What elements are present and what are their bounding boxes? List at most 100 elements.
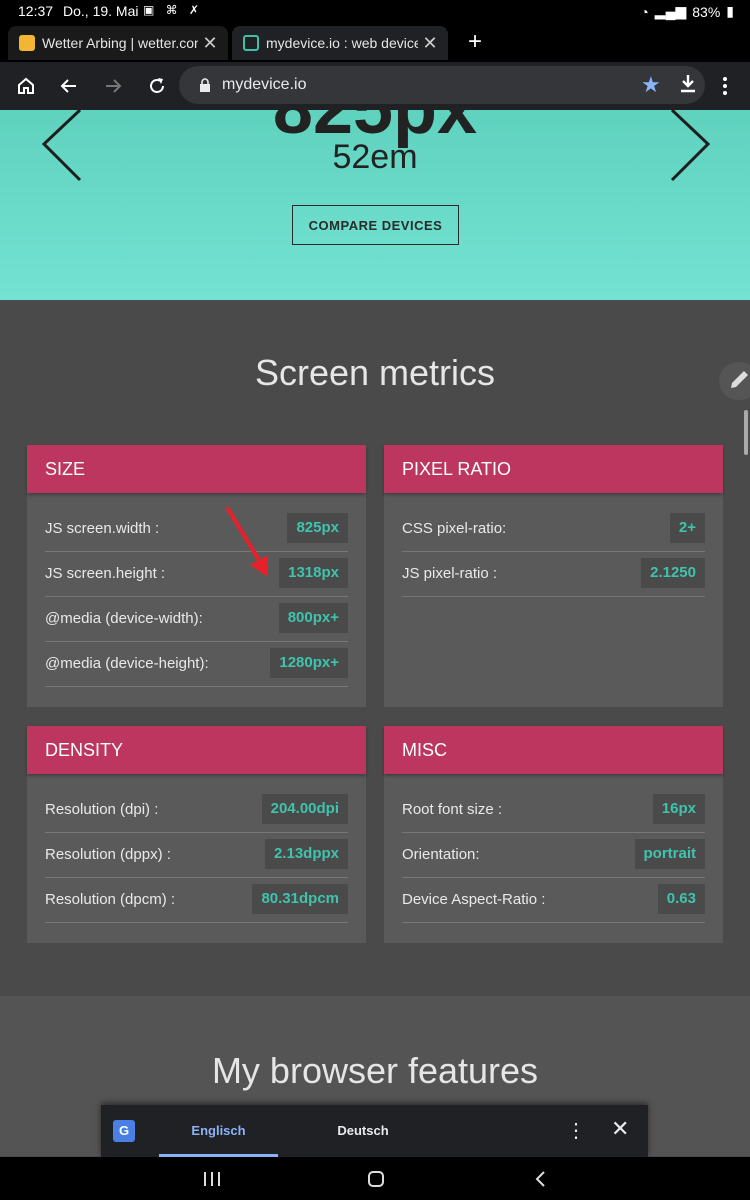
url-text: mydevice.io <box>222 76 307 93</box>
metric-value: 2+ <box>669 513 705 543</box>
tab-mydevice[interactable]: mydevice.io : web devices ca ✕ <box>232 26 448 60</box>
bookmark-star-icon[interactable]: ★ <box>641 72 661 98</box>
pencil-icon <box>731 371 748 388</box>
size-card: SIZE JS screen.width : 825px JS screen.he… <box>27 445 366 707</box>
status-bar: 12:37 Do., 19. Mai ▣ ⌘ ✗ ◔ ▂▄▆ 83% ▮ <box>0 0 750 22</box>
screen-metrics-title: Screen metrics <box>254 352 496 393</box>
prev-device-arrow-icon[interactable] <box>40 110 84 184</box>
battery-percent: 83% <box>692 3 721 20</box>
metric-label: Device Aspect-Ratio : <box>402 891 546 908</box>
size-card-header: SIZE <box>27 445 366 493</box>
metric-value: 16px <box>652 794 705 824</box>
compare-devices-button[interactable]: COMPARE DEVICES <box>292 205 459 245</box>
tab-title: Wetter Arbing | wetter.com <box>42 35 198 51</box>
metric-row: Resolution (dppx) : 2.13dppx <box>45 833 348 878</box>
metric-row: JS screen.width : 825px <box>45 507 348 552</box>
next-device-arrow-icon[interactable] <box>668 110 712 184</box>
metric-row: Device Aspect-Ratio : 0.63 <box>402 878 705 923</box>
metric-value: 204.00dpi <box>261 794 348 824</box>
density-card-header: DENSITY <box>27 726 366 774</box>
metric-row: Resolution (dpcm) : 80.31dpcm <box>45 878 348 923</box>
close-tab-icon[interactable]: ✕ <box>418 33 442 54</box>
system-nav-bar <box>0 1157 750 1200</box>
browser-toolbar: mydevice.io ★ <box>0 62 750 110</box>
metric-value: 0.63 <box>657 884 705 914</box>
metric-row: Root font size : 16px <box>402 788 705 833</box>
metric-value: 2.13dppx <box>264 839 348 869</box>
metric-label: Resolution (dpi) : <box>45 801 159 818</box>
translate-more-icon[interactable]: ⋮ <box>566 1118 586 1143</box>
metric-value: 1318px <box>279 558 348 588</box>
back-button[interactable] <box>55 72 83 100</box>
back-arrow-icon <box>60 79 76 93</box>
metric-label: Orientation: <box>402 846 480 863</box>
metric-label: JS pixel-ratio : <box>402 565 498 582</box>
tab-strip: Wetter Arbing | wetter.com ✕ mydevice.io… <box>0 22 750 62</box>
metric-row: CSS pixel-ratio: 2+ <box>402 507 705 552</box>
tab-title: mydevice.io : web devices ca <box>266 35 418 51</box>
metric-label: Resolution (dppx) : <box>45 846 171 863</box>
metric-value: portrait <box>634 839 705 869</box>
reload-button[interactable] <box>143 72 171 100</box>
status-date: Do., 19. Mai <box>63 3 139 19</box>
lock-icon <box>200 78 210 92</box>
tab-wetter[interactable]: Wetter Arbing | wetter.com ✕ <box>8 26 228 60</box>
translate-bar: G Englisch Deutsch ⋮ ✕ <box>101 1105 648 1157</box>
misc-card: MISC Root font size : 16px Orientation: po… <box>384 726 723 943</box>
metric-label: Resolution (dpcm) : <box>45 891 176 908</box>
home-button[interactable] <box>12 72 40 100</box>
metric-value: 800px+ <box>278 603 348 633</box>
metric-row: JS screen.height : 1318px <box>45 552 348 597</box>
density-card: DENSITY Resolution (dpi) : 204.00dpi Reso… <box>27 726 366 943</box>
metric-label: JS screen.width : <box>45 520 160 537</box>
metric-row: Resolution (dpi) : 204.00dpi <box>45 788 348 833</box>
notification-icons: ▣ ⌘ ✗ <box>143 3 204 17</box>
status-time: 12:37 <box>18 3 54 19</box>
pixel-ratio-card-header: PIXEL RATIO <box>384 445 723 493</box>
forward-button[interactable] <box>99 72 127 100</box>
metric-label: Root font size : <box>402 801 503 818</box>
metric-label: @media (device-height): <box>45 655 209 672</box>
annotation-arrow-icon <box>226 507 268 577</box>
source-language-tab[interactable]: Englisch <box>159 1105 278 1157</box>
scrollbar-thumb[interactable] <box>744 410 748 455</box>
metric-value: 2.1250 <box>641 558 705 588</box>
translate-close-icon[interactable]: ✕ <box>611 1116 629 1142</box>
home-nav-icon[interactable] <box>367 1170 385 1188</box>
edit-button[interactable] <box>719 362 750 400</box>
forward-arrow-icon <box>106 79 122 93</box>
metric-row: Orientation: portrait <box>402 833 705 878</box>
metric-label: CSS pixel-ratio: <box>402 520 507 537</box>
metric-row: @media (device-height): 1280px+ <box>45 642 348 687</box>
pixel-ratio-card: PIXEL RATIO CSS pixel-ratio: 2+ JS pixel-… <box>384 445 723 707</box>
status-right: ◔ ▂▄▆ 83% ▮ <box>640 3 734 20</box>
new-tab-button[interactable]: + <box>462 30 488 56</box>
wetter-favicon-icon <box>19 35 35 51</box>
misc-card-header: MISC <box>384 726 723 774</box>
target-language-tab[interactable]: Deutsch <box>301 1105 425 1157</box>
metric-label: @media (device-width): <box>45 610 203 627</box>
google-translate-icon: G <box>113 1120 135 1142</box>
home-icon <box>18 77 34 94</box>
metric-value: 825px <box>287 513 348 543</box>
signal-icon: ▂▄▆ <box>654 3 687 19</box>
close-tab-icon[interactable]: ✕ <box>198 33 222 54</box>
browser-features-title: My browser features <box>211 1050 539 1091</box>
battery-icon: ▮ <box>726 3 734 19</box>
more-vert-icon <box>723 77 727 95</box>
back-nav-icon[interactable] <box>533 1170 547 1188</box>
metric-value: 80.31dpcm <box>252 884 348 914</box>
wifi-icon: ◔ <box>640 3 649 20</box>
mydevice-favicon-icon <box>243 35 259 51</box>
screen-width-em: 52em <box>332 138 418 176</box>
address-bar[interactable]: mydevice.io ★ <box>179 66 705 104</box>
menu-button[interactable] <box>711 72 739 100</box>
metric-row: JS pixel-ratio : 2.1250 <box>402 552 705 597</box>
reload-icon <box>150 78 164 93</box>
metric-row: @media (device-width): 800px+ <box>45 597 348 642</box>
metric-value: 1280px+ <box>270 648 348 678</box>
hero-banner: 825px 52em COMPARE DEVICES <box>0 110 750 300</box>
recent-apps-icon[interactable] <box>203 1171 221 1187</box>
metric-label: JS screen.height : <box>45 565 166 582</box>
download-icon <box>681 75 695 93</box>
